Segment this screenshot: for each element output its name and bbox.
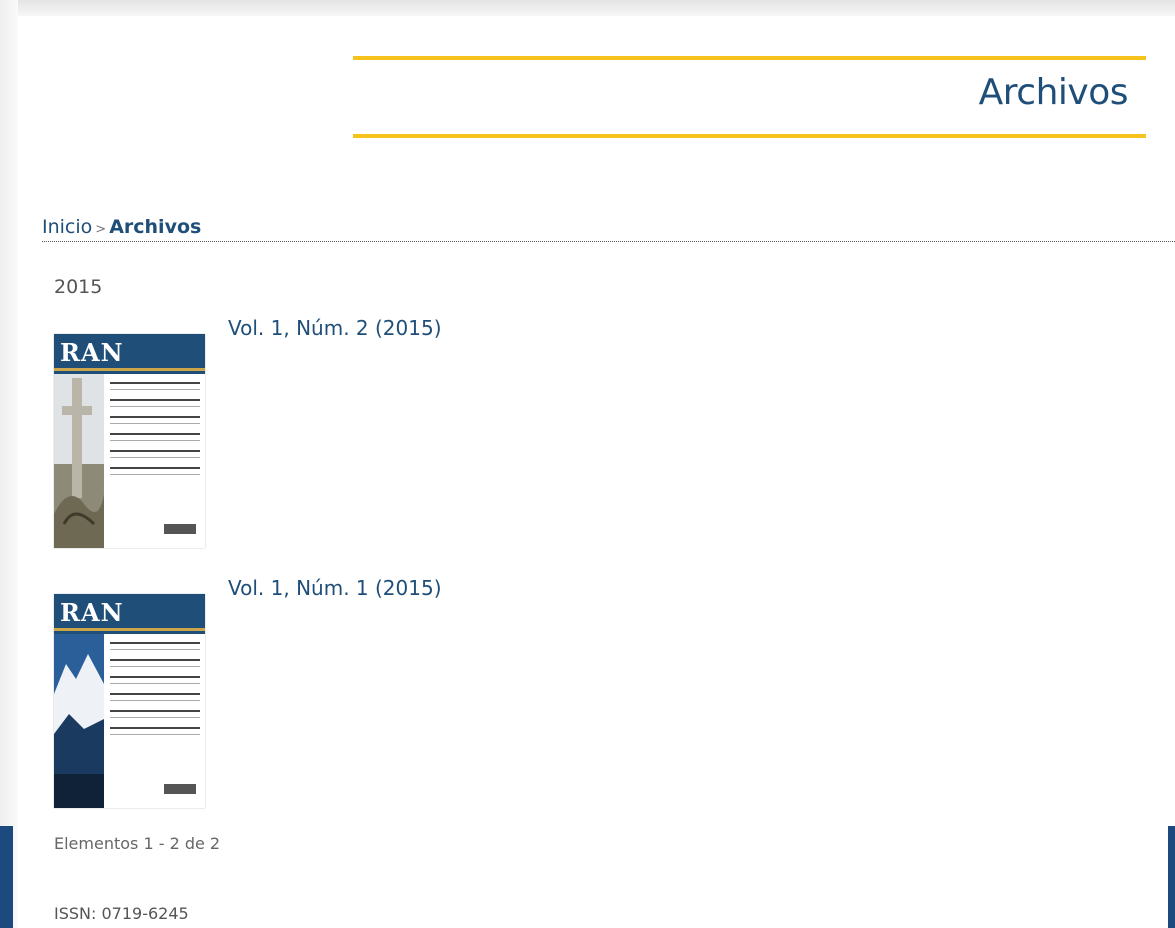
left-shadow — [0, 0, 18, 928]
breadcrumb-current: Archivos — [109, 216, 202, 238]
cover-title: RAN — [60, 598, 124, 627]
title-rule-top — [353, 56, 1146, 60]
page-content: Archivos Inicio > Archivos 2015 Vol. 1, Nú… — [18, 16, 1175, 928]
footer-band — [0, 826, 13, 928]
footer-band-right — [1168, 826, 1175, 928]
breadcrumb-home-link[interactable]: Inicio — [42, 216, 92, 238]
issue-title-link[interactable]: Vol. 1, Núm. 1 (2015) — [228, 576, 442, 600]
cover-logo — [164, 524, 196, 534]
pagination-summary: Elementos 1 - 2 de 2 — [54, 834, 221, 853]
top-shadow — [0, 0, 1175, 16]
cover-contents — [110, 382, 200, 484]
cover-photo-mountain — [54, 634, 104, 808]
cover-contents — [110, 642, 200, 744]
page-title: Archivos — [978, 72, 1129, 113]
issue-cover[interactable]: RAN — [54, 334, 205, 548]
cover-title: RAN — [60, 338, 124, 367]
issue-title-link[interactable]: Vol. 1, Núm. 2 (2015) — [228, 316, 442, 340]
cover-logo — [164, 784, 196, 794]
breadcrumb-separator: > — [95, 222, 107, 237]
cover-stripe — [54, 628, 205, 631]
issn-text: ISSN: 0719-6245 — [54, 904, 189, 923]
issue-cover[interactable]: RAN — [54, 594, 205, 808]
cover-stripe — [54, 368, 205, 371]
title-rule-bottom — [353, 134, 1146, 138]
archive-year: 2015 — [54, 276, 103, 298]
cover-photo-cross — [54, 374, 104, 548]
breadcrumb: Inicio > Archivos — [42, 216, 1175, 242]
